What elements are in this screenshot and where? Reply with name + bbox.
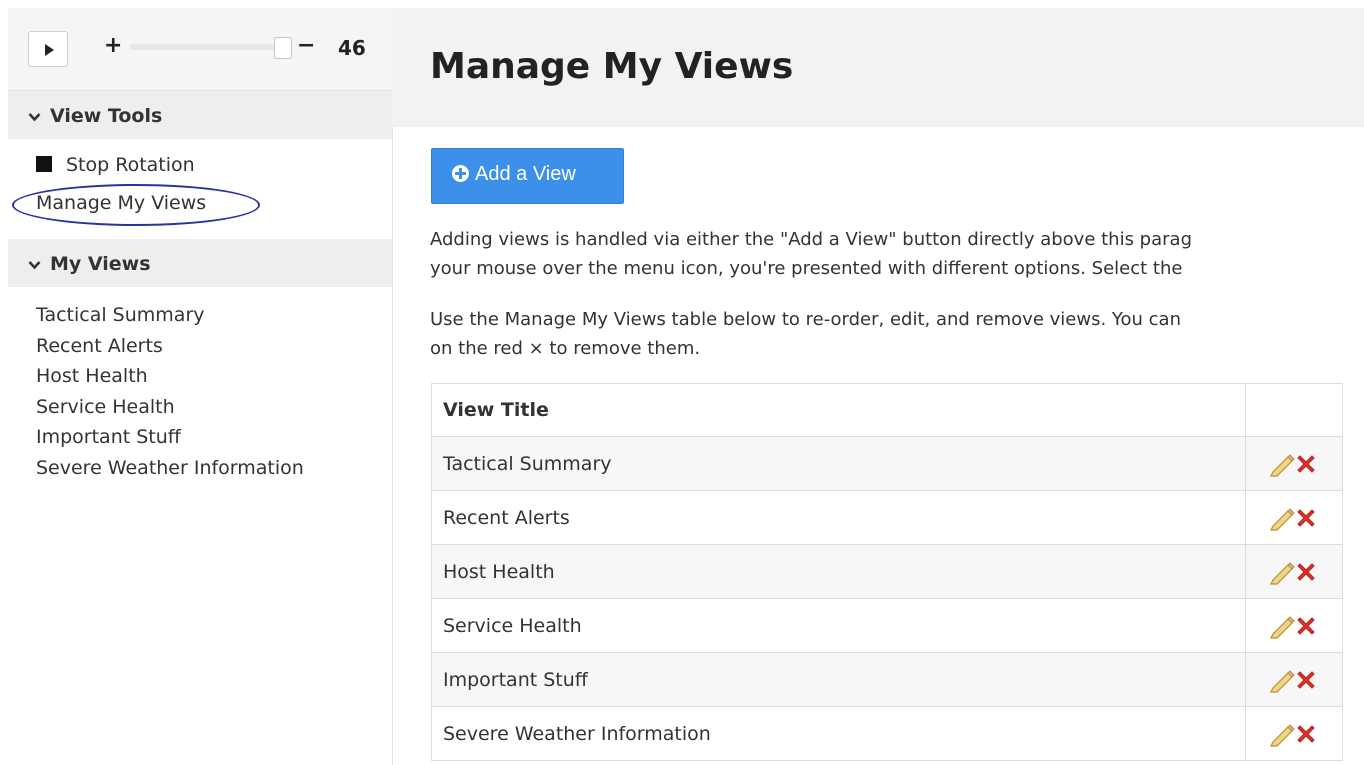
sidebar-item-recent-alerts[interactable]: Recent Alerts xyxy=(36,331,304,362)
stop-icon xyxy=(36,156,52,172)
chevron-down-icon xyxy=(28,256,44,274)
view-title-cell: Recent Alerts xyxy=(431,490,1246,545)
sidebar: + − 46 View Tools Stop Rotation Manage M… xyxy=(8,8,393,765)
remove-x-icon[interactable] xyxy=(1294,506,1318,530)
rotation-interval-value: 46 xyxy=(338,36,366,60)
help-text-line: on the red × to remove them. xyxy=(430,338,701,359)
page-title: Manage My Views xyxy=(430,46,794,87)
sidebar-item-tactical-summary[interactable]: Tactical Summary xyxy=(36,300,304,331)
sidebar-item-severe-weather[interactable]: Severe Weather Information xyxy=(36,453,304,484)
sidebar-item-important-stuff[interactable]: Important Stuff xyxy=(36,422,304,453)
my-views-header[interactable]: My Views xyxy=(8,239,392,287)
view-title-cell: Host Health xyxy=(431,544,1246,599)
rotation-interval-slider[interactable] xyxy=(130,44,280,50)
column-view-title: View Title xyxy=(431,383,1246,437)
view-tools-label: View Tools xyxy=(50,105,163,127)
pencil-icon[interactable] xyxy=(1268,667,1296,693)
remove-x-icon[interactable] xyxy=(1294,668,1318,692)
table-row[interactable]: Service Health xyxy=(431,598,1343,653)
table-row[interactable]: Host Health xyxy=(431,544,1343,599)
table-row[interactable]: Important Stuff xyxy=(431,652,1343,707)
remove-x-icon[interactable] xyxy=(1294,722,1318,746)
views-table: View Title Tactical Summary Recent Alert… xyxy=(431,383,1343,761)
rotation-controls: + − 46 xyxy=(8,8,392,91)
pencil-icon[interactable] xyxy=(1268,505,1296,531)
sidebar-item-service-health[interactable]: Service Health xyxy=(36,392,304,423)
actions-cell xyxy=(1245,490,1343,545)
actions-cell xyxy=(1245,598,1343,653)
decrease-interval-button[interactable]: − xyxy=(297,34,315,58)
my-views-list: Tactical Summary Recent Alerts Host Heal… xyxy=(36,300,304,483)
pencil-icon[interactable] xyxy=(1268,451,1296,477)
help-text-line: your mouse over the menu icon, you're pr… xyxy=(430,258,1183,279)
column-actions xyxy=(1245,383,1343,437)
slider-handle[interactable] xyxy=(274,37,292,59)
actions-cell xyxy=(1245,436,1343,491)
help-text-line: Use the Manage My Views table below to r… xyxy=(430,309,1181,330)
view-title-cell: Service Health xyxy=(431,598,1246,653)
pencil-icon[interactable] xyxy=(1268,559,1296,585)
view-title-cell: Severe Weather Information xyxy=(431,706,1246,761)
remove-x-icon[interactable] xyxy=(1294,614,1318,638)
table-header-row: View Title xyxy=(431,383,1343,437)
help-text-line: Adding views is handled via either the "… xyxy=(430,229,1192,250)
view-tools-header[interactable]: View Tools xyxy=(8,91,392,139)
pencil-icon[interactable] xyxy=(1268,613,1296,639)
main-content: Manage My Views Add a View Adding views … xyxy=(392,0,1364,765)
plus-circle-icon xyxy=(452,165,469,182)
manage-my-views-link[interactable]: Manage My Views xyxy=(36,192,206,214)
my-views-label: My Views xyxy=(50,253,151,275)
actions-cell xyxy=(1245,652,1343,707)
table-row[interactable]: Severe Weather Information xyxy=(431,706,1343,761)
view-title-cell: Important Stuff xyxy=(431,652,1246,707)
remove-x-icon[interactable] xyxy=(1294,452,1318,476)
chevron-down-icon xyxy=(28,108,44,126)
play-button[interactable] xyxy=(28,31,68,67)
actions-cell xyxy=(1245,706,1343,761)
increase-interval-button[interactable]: + xyxy=(104,34,122,58)
sidebar-item-host-health[interactable]: Host Health xyxy=(36,361,304,392)
remove-x-icon[interactable] xyxy=(1294,560,1318,584)
stop-rotation-label: Stop Rotation xyxy=(66,154,195,176)
page-header: Manage My Views xyxy=(392,8,1364,127)
stop-rotation-link[interactable]: Stop Rotation xyxy=(36,154,195,176)
view-title-cell: Tactical Summary xyxy=(431,436,1246,491)
table-row[interactable]: Recent Alerts xyxy=(431,490,1343,545)
add-view-label: Add a View xyxy=(475,163,576,185)
add-view-button[interactable]: Add a View xyxy=(431,148,624,204)
actions-cell xyxy=(1245,544,1343,599)
pencil-icon[interactable] xyxy=(1268,721,1296,747)
table-row[interactable]: Tactical Summary xyxy=(431,436,1343,491)
